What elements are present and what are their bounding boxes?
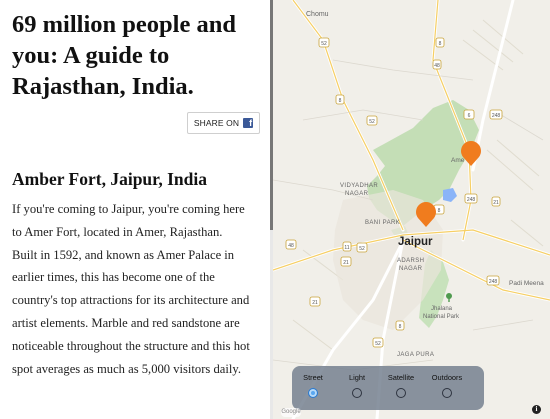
basemap-option-outdoors[interactable]: Outdoors <box>427 373 467 398</box>
highway-shield: 8 <box>435 37 445 48</box>
park-tree-icon <box>446 293 452 302</box>
basemap-label: Light <box>348 373 366 382</box>
highway-shield: 21 <box>491 196 501 207</box>
place-label-jhalana: Jhalana <box>431 306 453 312</box>
page-title: 69 million people and you: A guide to Ra… <box>12 9 268 102</box>
place-label-jhalana-2: National Park <box>423 314 460 320</box>
place-label-vidyadhar: VIDYADHAR <box>340 183 378 189</box>
body-line: noticeable throughout the structure and … <box>12 338 250 353</box>
place-label-jaga-pura: JAGA PURA <box>397 352 434 358</box>
section-title: Amber Fort, Jaipur, India <box>12 169 207 189</box>
share-on-facebook-button[interactable]: SHARE ON f <box>187 112 260 134</box>
map-view[interactable]: 52 8 48 8 6 52 248 248 21 8 11 48 52 21 … <box>273 0 550 419</box>
highway-shield: 248 <box>486 275 500 286</box>
place-label-adarsh-2: NAGAR <box>399 266 423 272</box>
shield-label: 6 <box>468 113 471 119</box>
basemap-radio-light[interactable] <box>352 388 362 398</box>
lake <box>443 188 457 202</box>
shield-label: 21 <box>343 260 349 266</box>
highway-shield: 48 <box>285 239 297 250</box>
body-line: Built in 1592, and known as Amer Palace … <box>12 247 235 262</box>
basemap-option-satellite[interactable]: Satellite <box>381 373 421 398</box>
map-attribution-logo[interactable]: Google <box>281 408 301 417</box>
shield-label: 48 <box>434 63 440 69</box>
basemap-label: Outdoors <box>431 373 463 382</box>
highway-shield: 52 <box>366 115 378 126</box>
basemap-option-street[interactable]: Street <box>293 373 333 398</box>
body-line: to Amer Fort, located in Amer, Rajasthan… <box>12 224 223 239</box>
highway-shield: 52 <box>318 37 330 48</box>
shield-label: 48 <box>288 243 294 249</box>
map-canvas[interactable]: 52 8 48 8 6 52 248 248 21 8 11 48 52 21 … <box>273 0 550 419</box>
shield-label: 21 <box>493 200 499 206</box>
shield-label: 52 <box>375 341 381 347</box>
basemap-radio-satellite[interactable] <box>396 388 406 398</box>
shield-label: 21 <box>312 300 318 306</box>
shield-label: 248 <box>492 113 501 119</box>
title-line: you: A guide to <box>12 42 170 69</box>
highway-shield: 248 <box>464 193 478 204</box>
highway-shield: 8 <box>335 94 345 105</box>
shield-label: 8 <box>339 98 342 104</box>
shield-label: 8 <box>439 41 442 47</box>
place-label-chomu: Chomu <box>306 11 329 18</box>
highway-shield: 52 <box>356 242 368 253</box>
basemap-radio-street[interactable] <box>308 388 318 398</box>
facebook-icon: f <box>243 118 254 128</box>
highway-shield: 6 <box>463 109 475 120</box>
shield-label: 52 <box>321 41 327 47</box>
place-label-padi-meena: Padi Meena <box>509 280 544 287</box>
basemap-radio-outdoors[interactable] <box>442 388 452 398</box>
place-label-adarsh: ADARSH <box>397 258 424 264</box>
title-line: 69 million people and <box>12 11 236 38</box>
shield-label: 248 <box>489 279 498 285</box>
body-line: spot averages as much as 5,000 visitors … <box>12 361 241 376</box>
place-label-bani-park: BANI PARK <box>365 220 400 226</box>
share-label: SHARE ON <box>193 118 240 128</box>
highway-shield: 8 <box>395 320 405 331</box>
shield-label: 11 <box>344 245 349 251</box>
basemap-switcher: Street Light Satellite Outdoors <box>292 366 484 410</box>
body-line: country's top attractions for its archit… <box>12 293 250 308</box>
basemap-option-light[interactable]: Light <box>337 373 377 398</box>
shield-label: 8 <box>438 208 441 214</box>
place-label-amer: Ame <box>451 157 465 164</box>
title-line: Rajasthan, India. <box>12 73 194 100</box>
body-line: If you're coming to Jaipur, you're comin… <box>12 202 245 216</box>
place-label-vidyadhar-2: NAGAR <box>345 191 369 197</box>
highway-shield: 21 <box>309 296 321 307</box>
body-line: artist elements. Marble and red sandston… <box>12 315 240 330</box>
shield-label: 248 <box>467 197 476 203</box>
highway-shield: 48 <box>432 59 442 70</box>
section-body: If you're coming to Jaipur, you're comin… <box>12 198 268 380</box>
shield-label: 52 <box>369 119 375 125</box>
shield-label: 52 <box>359 246 365 252</box>
highway-shield: 21 <box>340 256 352 267</box>
highway-shield: 11 <box>342 241 352 252</box>
body-line: earlier times, this has become one of th… <box>12 270 215 285</box>
info-icon[interactable]: i <box>532 405 541 414</box>
story-panel: 69 million people and you: A guide to Ra… <box>0 0 273 419</box>
basemap-label: Satellite <box>387 373 415 382</box>
city-label-jaipur: Jaipur <box>398 236 433 248</box>
highway-shield: 52 <box>372 337 384 348</box>
basemap-label: Street <box>303 373 323 382</box>
highway-shield: 248 <box>489 109 503 120</box>
shield-label: 8 <box>399 324 402 330</box>
